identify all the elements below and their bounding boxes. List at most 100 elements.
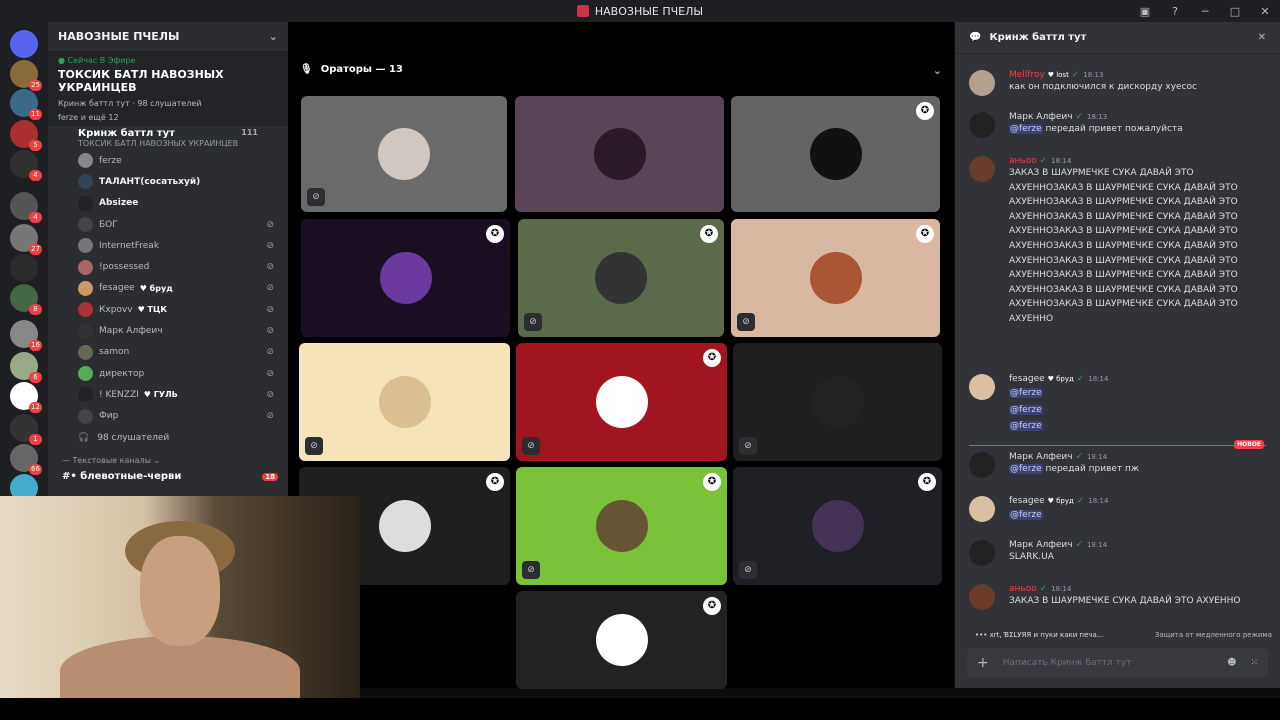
- chat-message: Марк Алфеич ✓ 18:14 SLARK.UA: [969, 540, 1244, 566]
- message-author[interactable]: fesagee: [1009, 374, 1045, 384]
- member-name: InternetFreak: [99, 240, 160, 251]
- avatar[interactable]: [969, 112, 995, 138]
- member-item[interactable]: ТАЛАНТ(сосатьхуй): [48, 171, 288, 192]
- server-icon[interactable]: 12: [10, 382, 42, 413]
- user-mention[interactable]: @ferze: [1009, 388, 1043, 398]
- moderator-badge-icon: ✪: [918, 473, 936, 491]
- avatar[interactable]: [969, 452, 995, 478]
- speaker-tile[interactable]: [515, 96, 724, 212]
- moderator-badge-icon: ✪: [700, 225, 718, 243]
- close-button[interactable]: ✕: [1250, 5, 1280, 18]
- user-mention[interactable]: @ferze: [1009, 421, 1043, 432]
- muted-mic-icon: ⊘: [266, 368, 274, 379]
- member-name: ferze: [99, 155, 122, 166]
- voice-channel-count: 111: [241, 128, 258, 137]
- text-category[interactable]: — Текстовые каналы ⌄: [48, 448, 288, 465]
- speaker-tile[interactable]: ⊘: [733, 343, 942, 461]
- speaker-tile[interactable]: ⊘ ✪: [733, 467, 942, 585]
- help-icon[interactable]: ?: [1160, 5, 1190, 18]
- member-item[interactable]: директор ⊘: [48, 363, 288, 384]
- member-name: !possessed: [99, 262, 150, 273]
- apps-icon[interactable]: ⁙: [1250, 658, 1258, 668]
- speaker-tile[interactable]: ⊘ ✪: [516, 343, 727, 461]
- message-author[interactable]: Mellfroy: [1009, 70, 1045, 80]
- avatar: [78, 280, 93, 296]
- avatar[interactable]: [969, 496, 995, 522]
- avatar: [78, 238, 93, 254]
- avatar[interactable]: [969, 156, 995, 182]
- member-item[interactable]: ! KENZZI ♥ ГУЛЬ ⊘: [48, 384, 288, 405]
- minimize-button[interactable]: ─: [1190, 5, 1220, 18]
- voice-channel[interactable]: Кринж баттл тут 111 ТОКСИК БАТЛ НАВОЗНЫХ…: [48, 126, 288, 150]
- maximize-button[interactable]: □: [1220, 5, 1250, 18]
- avatar[interactable]: [969, 540, 995, 566]
- speaker-tile[interactable]: ⊘ ✪: [518, 219, 724, 337]
- speaker-tile[interactable]: ✪: [516, 591, 727, 689]
- speaker-tile[interactable]: ✪: [301, 219, 510, 337]
- live-stage-banner[interactable]: ● Сейчас В Эфире ТОКСИК БАТЛ НАВОЗНЫХ УК…: [48, 52, 288, 126]
- close-chat-icon[interactable]: ✕: [1258, 32, 1266, 43]
- mention-badge: 4: [29, 170, 42, 181]
- member-item[interactable]: samon ⊘: [48, 342, 288, 363]
- member-name: БОГ: [99, 219, 118, 230]
- server-icon[interactable]: 25: [10, 60, 42, 91]
- collapse-chevron-icon[interactable]: ⌄: [933, 64, 942, 77]
- author-tag: ♥ lost: [1047, 71, 1069, 79]
- server-icon[interactable]: [10, 254, 38, 282]
- member-item[interactable]: InternetFreak ⊘: [48, 235, 288, 256]
- typing-indicator: ••• xrt, ƁΣLУЯЯ и пуки каки печа...: [975, 631, 1104, 639]
- emoji-icon[interactable]: ☻: [1227, 658, 1236, 668]
- muted-mic-icon: ⊘: [266, 283, 274, 294]
- member-item[interactable]: Фир ⊘: [48, 406, 288, 427]
- speaker-tile[interactable]: ⊘ ✪: [516, 467, 727, 585]
- muted-mic-icon: ⊘: [524, 313, 542, 331]
- user-mention[interactable]: @ferze: [1009, 464, 1043, 474]
- member-item[interactable]: fesagee ♥ бруд ⊘: [48, 278, 288, 299]
- user-mention[interactable]: @ferze: [1009, 404, 1043, 415]
- server-list: 25 11 5 4 4 27 8 16 6 12 1 66: [0, 22, 48, 502]
- server-icon[interactable]: 11: [10, 89, 42, 120]
- speaker-tile[interactable]: ⊘: [301, 96, 507, 212]
- server-icon[interactable]: 16: [10, 320, 42, 351]
- member-item[interactable]: БОГ ⊘: [48, 214, 288, 235]
- voice-channel-subtitle: ТОКСИК БАТЛ НАВОЗНЫХ УКРАИНЦЕВ: [78, 139, 239, 148]
- avatar[interactable]: [969, 374, 995, 400]
- member-name: Марк Алфеич: [99, 326, 163, 337]
- server-icon[interactable]: [10, 30, 38, 58]
- server-icon[interactable]: 27: [10, 224, 42, 255]
- inbox-icon[interactable]: ▣: [1130, 5, 1160, 18]
- server-icon[interactable]: 66: [10, 444, 42, 475]
- speaker-tile[interactable]: ⊘: [299, 343, 510, 461]
- user-mention[interactable]: @ferze: [1009, 124, 1043, 134]
- listeners-row[interactable]: 🎧 98 слушателей: [48, 427, 288, 448]
- avatar[interactable]: [969, 584, 995, 610]
- member-item[interactable]: Absizee: [48, 193, 288, 214]
- server-icon[interactable]: 4: [10, 150, 42, 181]
- member-item[interactable]: Марк Алфеич ⊘: [48, 320, 288, 341]
- user-mention[interactable]: @ferze: [1009, 510, 1043, 520]
- message-input[interactable]: + Написать Кринж баттл тут ☻ ⁙: [967, 648, 1268, 678]
- message-author[interactable]: аньоо: [1009, 584, 1037, 594]
- add-attachment-icon[interactable]: +: [977, 655, 989, 671]
- server-icon[interactable]: 6: [10, 352, 42, 383]
- server-header[interactable]: НАВОЗНЫЕ ПЧЕЛЫ ⌄: [48, 22, 288, 52]
- server-icon[interactable]: 4: [10, 192, 42, 223]
- message-author[interactable]: Марк Алфеич: [1009, 112, 1073, 122]
- server-icon[interactable]: 1: [10, 414, 42, 445]
- message-author[interactable]: аньоо: [1009, 156, 1037, 166]
- message-author[interactable]: fesagee: [1009, 496, 1045, 506]
- member-item[interactable]: Кхроvv ♥ ТЦК ⊘: [48, 299, 288, 320]
- text-channel[interactable]: # • блевотные-черви 18: [48, 465, 288, 482]
- new-messages-divider: [969, 445, 1266, 446]
- speaker-tile[interactable]: ✪: [731, 96, 940, 212]
- speaker-avatar: [595, 500, 648, 552]
- member-item[interactable]: !possessed ⊘: [48, 256, 288, 277]
- server-icon[interactable]: 5: [10, 120, 42, 151]
- message-text: передай привет пж: [1042, 464, 1140, 474]
- server-icon[interactable]: 8: [10, 284, 42, 315]
- avatar[interactable]: [969, 70, 995, 96]
- message-author[interactable]: Марк Алфеич: [1009, 540, 1073, 550]
- message-author[interactable]: Марк Алфеич: [1009, 452, 1073, 462]
- speaker-tile[interactable]: ⊘ ✪: [731, 219, 940, 337]
- member-item[interactable]: ferze: [48, 150, 288, 171]
